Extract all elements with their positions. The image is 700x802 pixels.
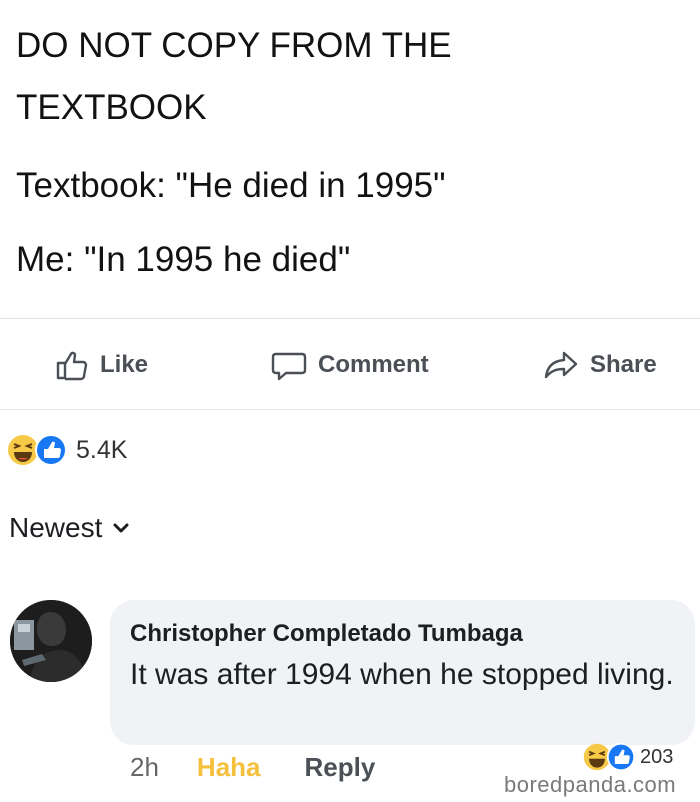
post-line-1: DO NOT COPY FROM THE [16, 26, 452, 65]
comment-author[interactable]: Christopher Completado Tumbaga [130, 620, 523, 648]
post-line-3: Textbook: "He died in 1995" [16, 166, 446, 205]
reaction-summary[interactable]: 5.4K [6, 430, 127, 470]
comment-button[interactable]: Comment [270, 345, 429, 385]
comment-reaction-count: 203 [640, 745, 674, 768]
comment-sort-dropdown[interactable]: Newest [9, 512, 130, 544]
reaction-count: 5.4K [76, 435, 128, 464]
thumbs-up-icon [56, 351, 88, 381]
comment-reaction-summary[interactable]: 203 [582, 742, 673, 772]
like-button[interactable]: Like [52, 345, 148, 385]
share-button[interactable]: Share [542, 345, 657, 385]
share-arrow-icon [544, 351, 578, 379]
avatar[interactable] [10, 600, 92, 682]
chevron-down-icon [113, 523, 129, 533]
post-line-4: Me: "In 1995 he died" [16, 240, 351, 279]
reply-button[interactable]: Reply [305, 752, 376, 783]
comment-meta: 2h Haha Reply [130, 752, 375, 783]
like-label: Like [100, 351, 149, 378]
comment-label: Comment [318, 351, 429, 378]
post-action-bar: Like Comment Share [0, 318, 700, 410]
comment-text: It was after 1994 when he stopped living… [130, 658, 674, 691]
avatar-photo [10, 600, 92, 682]
like-icon [606, 742, 636, 772]
like-icon [35, 434, 67, 466]
watermark: boredpanda.com [504, 772, 677, 797]
post-line-2: TEXTBOOK [16, 88, 207, 127]
comment-time[interactable]: 2h [130, 752, 159, 783]
speech-bubble-icon [271, 352, 307, 381]
share-label: Share [590, 351, 657, 378]
haha-reaction-button[interactable]: Haha [197, 752, 261, 783]
sort-label: Newest [9, 512, 103, 543]
